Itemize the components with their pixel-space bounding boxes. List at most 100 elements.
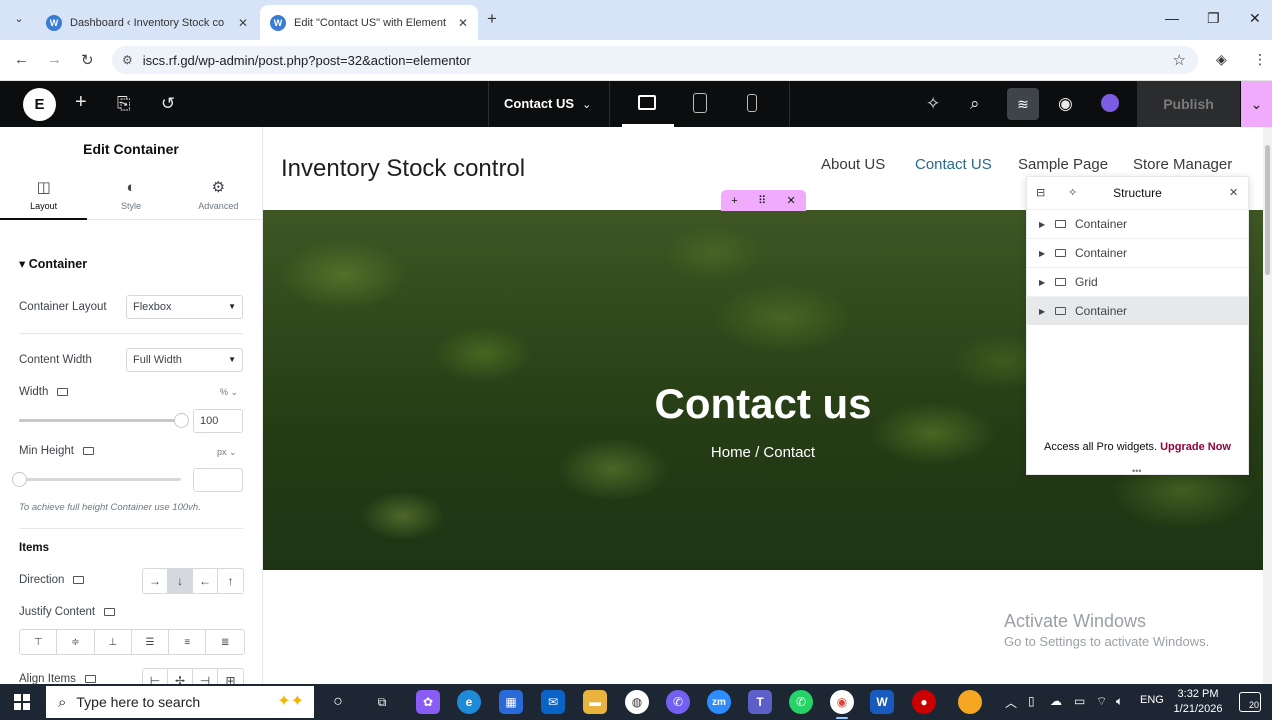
app-icon[interactable]	[958, 690, 982, 714]
structure-item[interactable]: ▶ Container	[1027, 209, 1248, 238]
justify-end-button[interactable]: ⊥	[94, 630, 132, 654]
width-slider[interactable]	[19, 413, 189, 428]
responsive-desktop-icon[interactable]	[84, 674, 96, 683]
nav-link-contact[interactable]: Contact US	[915, 156, 992, 173]
slider-handle[interactable]	[12, 472, 27, 487]
justify-around-button[interactable]: ≡	[169, 630, 207, 654]
close-window-button[interactable]: ✕	[1249, 10, 1261, 27]
add-element-icon[interactable]: +	[75, 91, 87, 114]
ai-assistant-icon[interactable]	[1101, 94, 1119, 112]
desktop-view-icon[interactable]	[638, 95, 656, 110]
add-section-icon[interactable]: +	[731, 195, 737, 207]
url-text[interactable]: iscs.rf.gd/wp-admin/post.php?post=32&act…	[143, 53, 471, 68]
nav-link-store-manager[interactable]: Store Manager	[1133, 156, 1232, 173]
structure-item[interactable]: ▶ Container	[1027, 238, 1248, 267]
page-settings-icon[interactable]: ⎘	[117, 94, 131, 114]
task-view-icon[interactable]: ⧉	[370, 690, 394, 714]
browser-menu-icon[interactable]: ⋮	[1253, 51, 1267, 68]
tab-layout[interactable]: ◫ Layout	[0, 170, 88, 220]
justify-evenly-button[interactable]: ≣	[206, 630, 244, 654]
volume-icon[interactable]: 🔈︎	[1116, 694, 1123, 709]
nav-link-about[interactable]: About US	[821, 156, 885, 173]
responsive-desktop-icon[interactable]	[57, 387, 69, 396]
direction-column-button[interactable]: ↓	[168, 569, 193, 593]
container-layout-select[interactable]: Flexbox ▼	[126, 295, 243, 319]
bookmark-star-icon[interactable]: ☆	[1173, 51, 1186, 69]
close-tab-icon[interactable]: ✕	[238, 16, 248, 30]
direction-column-reverse-button[interactable]: ↑	[218, 569, 243, 593]
file-explorer-icon[interactable]: ▬	[583, 690, 607, 714]
tab-search-button[interactable]: ⌄	[8, 7, 30, 29]
clock[interactable]: 3:32 PM 1/21/2026	[1166, 687, 1230, 717]
viber-icon[interactable]: ✆	[666, 690, 690, 714]
forward-icon[interactable]: →	[47, 51, 62, 68]
min-height-slider[interactable]	[12, 472, 181, 487]
tray-device-icon[interactable]: ▯	[1028, 694, 1035, 708]
tray-expand-icon[interactable]: ︿	[1005, 694, 1017, 711]
drag-handle-icon[interactable]: ⠿	[758, 194, 766, 207]
minimize-button[interactable]: —	[1165, 10, 1179, 26]
taskbar-search[interactable]: ⌕ Type here to search ✦✦	[46, 686, 314, 718]
section-handle[interactable]: + ⠿ ✕	[721, 190, 806, 211]
close-tab-icon[interactable]: ✕	[458, 16, 468, 30]
scrollbar-thumb[interactable]	[1265, 145, 1270, 275]
mobile-view-icon[interactable]	[747, 94, 757, 112]
align-start-button[interactable]: ⊢	[143, 669, 168, 684]
site-title[interactable]: Inventory Stock control	[281, 155, 525, 183]
preview-eye-icon[interactable]: ◉	[1058, 94, 1073, 114]
align-end-button[interactable]: ⊣	[193, 669, 218, 684]
tab-advanced[interactable]: ⚙ Advanced	[175, 170, 262, 219]
chrome-icon[interactable]: ◉	[830, 690, 854, 719]
whatsapp-icon[interactable]: ✆	[789, 690, 813, 714]
width-input[interactable]: 100	[193, 409, 243, 433]
edge-icon[interactable]: e	[457, 690, 481, 714]
resize-grip-icon[interactable]: •••	[1132, 466, 1141, 476]
expand-arrow-icon[interactable]: ▶	[1039, 278, 1051, 287]
structure-item[interactable]: ▶ Grid	[1027, 267, 1248, 296]
content-width-select[interactable]: Full Width ▼	[126, 348, 243, 372]
new-tab-button[interactable]: +	[487, 9, 497, 29]
expand-arrow-icon[interactable]: ▶	[1039, 307, 1051, 316]
responsive-desktop-icon[interactable]	[73, 575, 85, 584]
justify-center-button[interactable]: ≑	[57, 630, 95, 654]
zoom-icon[interactable]: zm	[707, 690, 731, 714]
tablet-view-icon[interactable]	[693, 93, 707, 113]
notification-center-icon[interactable]: 20	[1239, 692, 1261, 712]
elementor-logo[interactable]: E	[23, 88, 56, 121]
upgrade-link[interactable]: Upgrade Now	[1160, 441, 1231, 453]
tab-style[interactable]: ◐ Style	[87, 170, 174, 219]
chat-app-icon[interactable]: ◍	[625, 690, 649, 714]
width-unit-select[interactable]: % ⌄	[220, 387, 238, 398]
teams-icon[interactable]: T	[748, 690, 772, 714]
notifications-icon[interactable]: ✧	[926, 94, 940, 114]
extension-icon[interactable]: ◈	[1216, 51, 1227, 68]
browser-tab-dashboard[interactable]: W Dashboard ‹ Inventory Stock co ✕	[36, 5, 258, 40]
expand-arrow-icon[interactable]: ▶	[1039, 249, 1051, 258]
cortana-icon[interactable]: ○	[326, 690, 350, 714]
copilot-icon[interactable]: ✿	[416, 690, 440, 714]
network-icon[interactable]: ⌔	[1096, 694, 1107, 709]
language-indicator[interactable]: ENG	[1140, 694, 1164, 706]
justify-between-button[interactable]: ☰	[131, 630, 170, 654]
slider-handle[interactable]	[174, 413, 189, 428]
responsive-desktop-icon[interactable]	[104, 607, 116, 616]
windows-start-icon[interactable]	[14, 694, 30, 710]
align-stretch-button[interactable]: ⊞	[218, 669, 243, 684]
structure-item-selected[interactable]: ▶ Container	[1027, 296, 1248, 325]
page-selector[interactable]: Contact US ⌄	[504, 96, 591, 111]
battery-icon[interactable]: ▭	[1074, 694, 1085, 708]
history-icon[interactable]: ↺	[161, 94, 175, 114]
responsive-desktop-icon[interactable]	[82, 446, 94, 455]
expand-arrow-icon[interactable]: ▶	[1039, 220, 1051, 229]
structure-toggle-button[interactable]: ≋	[1007, 88, 1039, 120]
word-icon[interactable]: W	[870, 690, 894, 714]
delete-section-icon[interactable]: ✕	[787, 194, 796, 207]
mail-icon[interactable]: ✉	[541, 690, 565, 714]
address-bar[interactable]: ⚙ iscs.rf.gd/wp-admin/post.php?post=32&a…	[112, 46, 1198, 74]
search-icon[interactable]: ⌕	[970, 94, 980, 114]
canvas-scrollbar[interactable]	[1263, 127, 1272, 684]
justify-start-button[interactable]: ⊤	[20, 630, 58, 654]
min-height-unit-select[interactable]: px ⌄	[217, 447, 237, 458]
tray-cloud-icon[interactable]: ☁	[1050, 694, 1062, 708]
restore-button[interactable]: ❐	[1207, 10, 1220, 27]
